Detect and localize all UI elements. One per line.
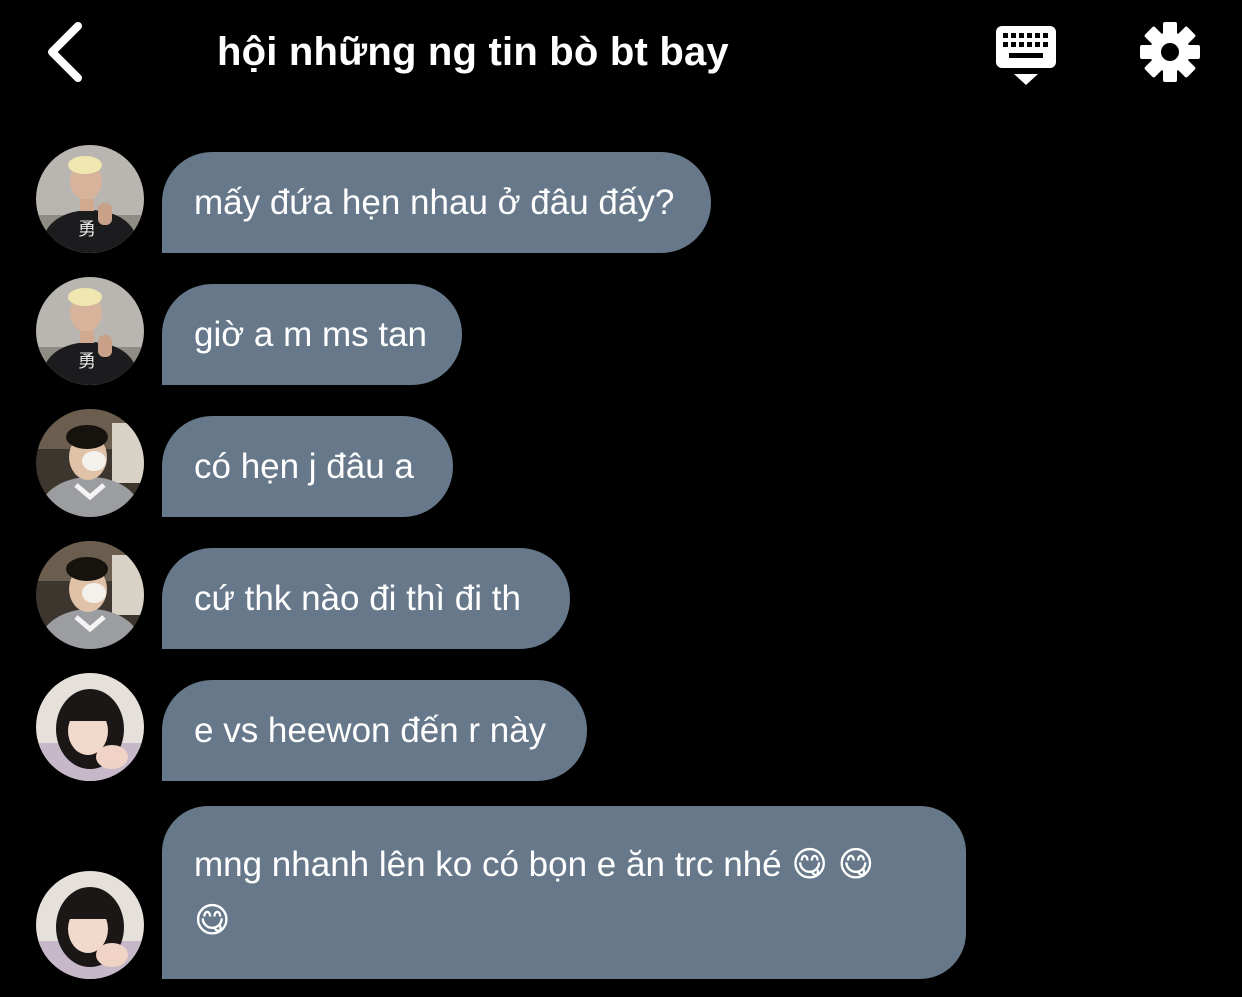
message-bubble[interactable]: cứ thk nào đi thì đi th <box>162 548 570 649</box>
svg-text:勇: 勇 <box>78 351 96 372</box>
message-bubble[interactable]: giờ a m ms tan <box>162 284 462 385</box>
message-bubble[interactable]: có hẹn j đâu a <box>162 416 453 517</box>
avatar-girl[interactable] <box>36 871 144 979</box>
avatar-girl[interactable] <box>36 673 144 781</box>
keyboard-icon <box>996 26 1056 85</box>
chat-title: hội những ng tin bò bt bay <box>217 30 729 74</box>
avatar-boy-hoodie[interactable] <box>36 541 144 649</box>
avatar-blonde-man[interactable]: 勇 <box>36 145 144 253</box>
settings-button[interactable] <box>1138 20 1202 84</box>
message-bubble[interactable]: e vs heewon đến r này <box>162 680 587 781</box>
message-bubble[interactable]: mấy đứa hẹn nhau ở đâu đấy? <box>162 152 711 253</box>
gear-icon <box>1140 22 1200 82</box>
chevron-left-icon <box>48 22 82 82</box>
keyboard-toggle-button[interactable] <box>994 24 1058 88</box>
message-bubble[interactable]: mng nhanh lên ko có bọn e ăn trc nhé 😋 😋… <box>162 806 966 979</box>
chat-header: hội những ng tin bò bt bay <box>0 0 1242 110</box>
avatar-boy-hoodie[interactable] <box>36 409 144 517</box>
avatar-blonde-man[interactable]: 勇 <box>36 277 144 385</box>
back-button[interactable] <box>40 18 100 88</box>
svg-text:勇: 勇 <box>78 219 96 240</box>
